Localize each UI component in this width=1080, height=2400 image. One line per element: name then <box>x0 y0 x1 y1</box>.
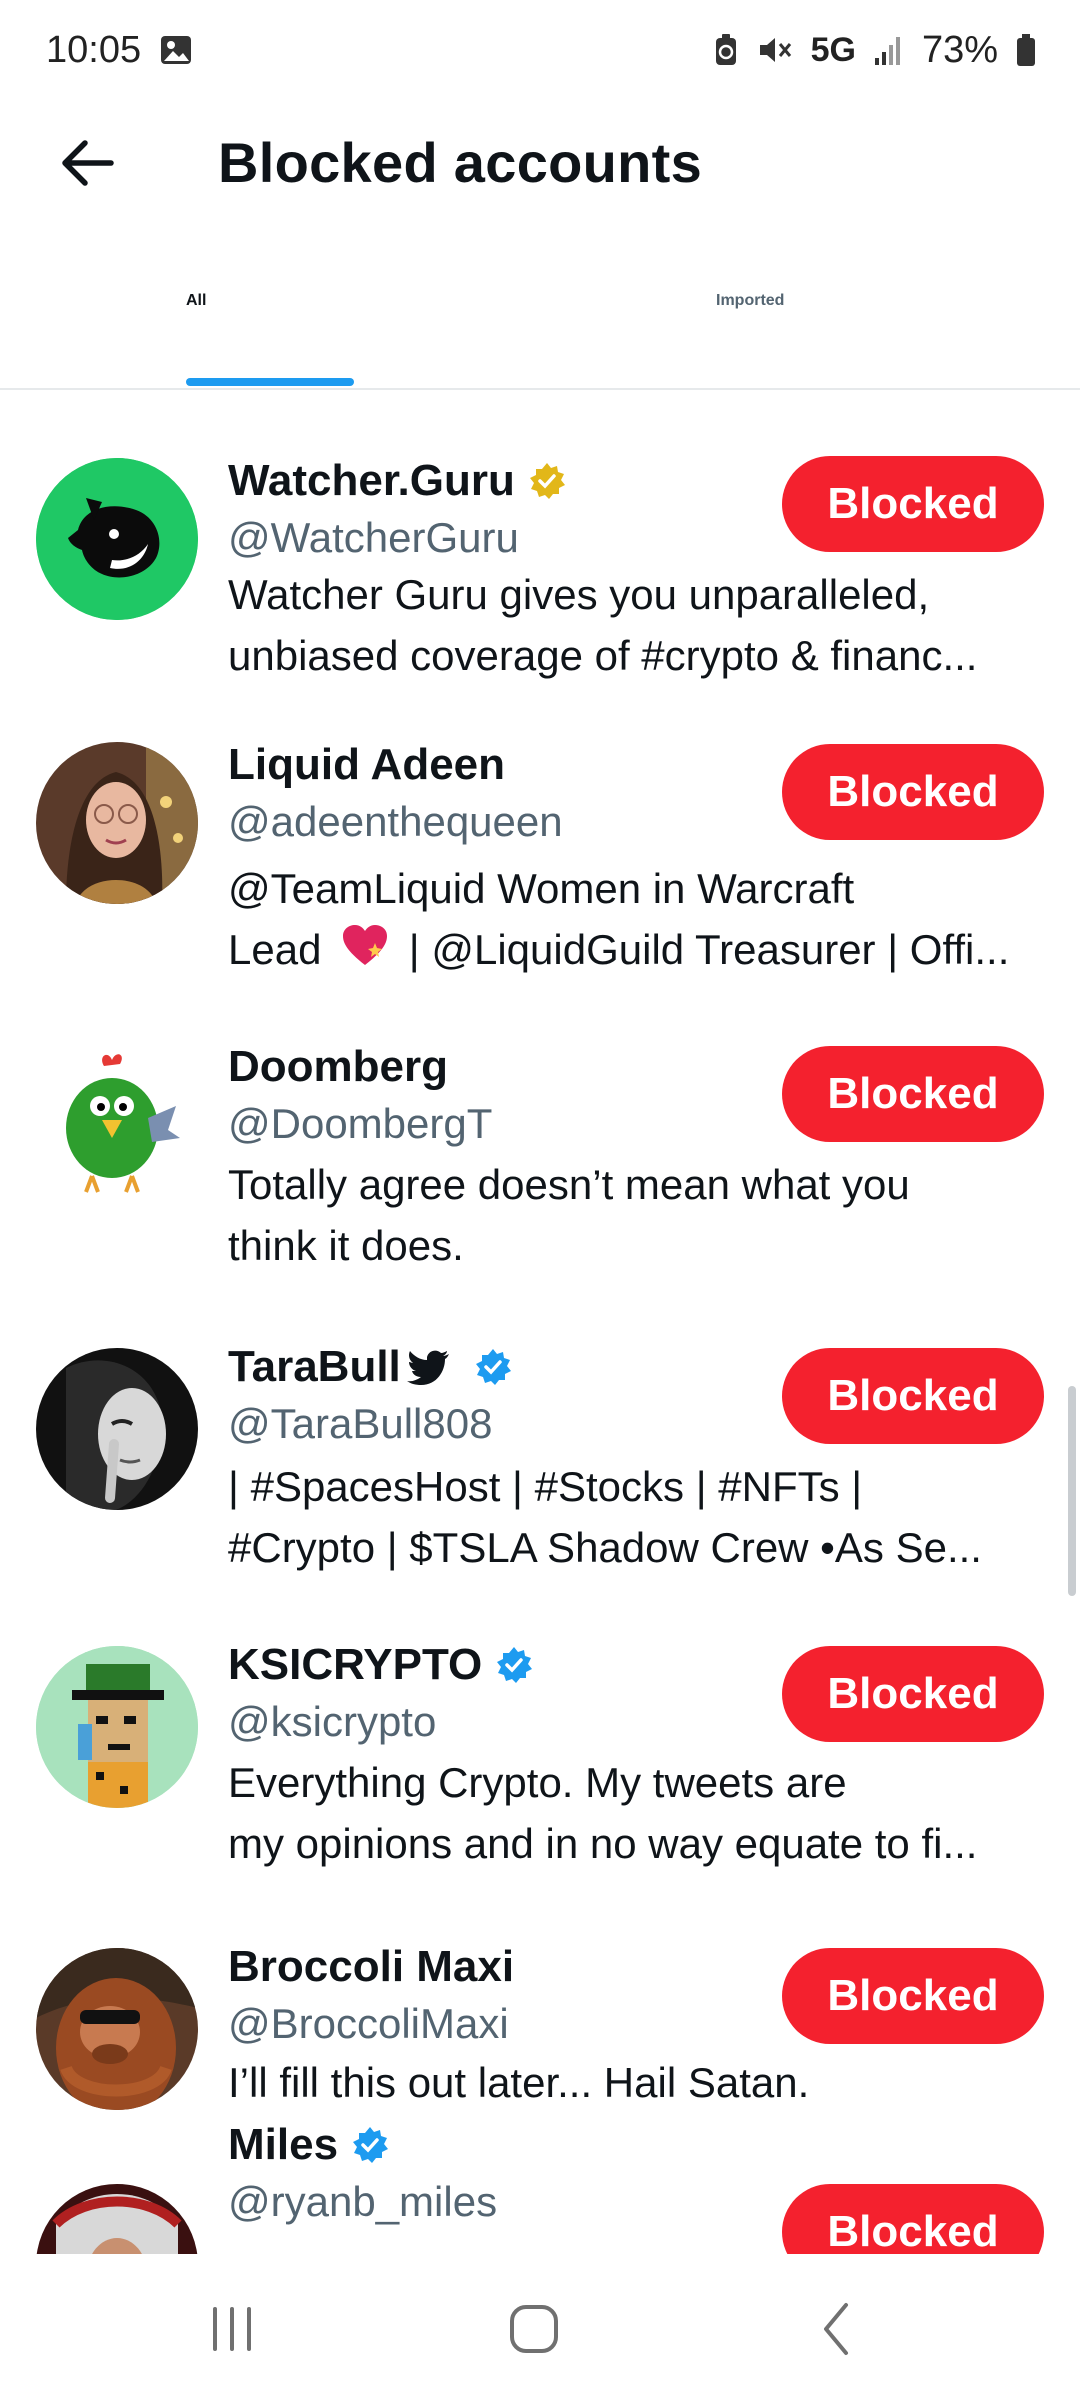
blocked-button[interactable]: Blocked <box>782 2184 1044 2254</box>
account-name-line: Watcher.Guru <box>228 456 567 506</box>
account-handle: @ksicrypto <box>228 1698 437 1745</box>
account-name: TaraBull <box>228 1342 401 1391</box>
avatar[interactable] <box>36 1046 198 1208</box>
scrollbar[interactable] <box>1068 1386 1076 1596</box>
blocked-button[interactable]: Blocked <box>782 1046 1044 1142</box>
avatar[interactable] <box>36 2184 198 2254</box>
battery-saver-icon <box>713 33 739 67</box>
account-bio: Everything Crypto. My tweets are my opin… <box>228 1752 1038 1874</box>
bio-line: Lead | @LiquidGuild Treasurer | Offi... <box>228 919 1038 983</box>
tab-bar: All Imported <box>0 250 1080 390</box>
blocked-accounts-list: Watcher.Guru @WatcherGuru Watcher Guru g… <box>0 392 1080 2254</box>
tab-all-label: All <box>186 292 207 309</box>
bio-line: @TeamLiquid Women in Warcraft <box>228 865 855 912</box>
tab-all[interactable]: All <box>0 250 540 390</box>
system-navigation-bar <box>0 2254 1080 2400</box>
app-header: Blocked accounts <box>0 100 1080 230</box>
home-button[interactable] <box>494 2294 574 2364</box>
account-bio: @TeamLiquid Women in Warcraft Lead | @Li… <box>228 858 1038 983</box>
bio-line: #Crypto | $TSLA Shadow Crew •As Se... <box>228 1524 982 1571</box>
account-handle: @TaraBull808 <box>228 1400 493 1447</box>
account-name: Miles <box>228 2120 339 2169</box>
account-handle: @WatcherGuru <box>228 514 519 561</box>
tab-imported-label: Imported <box>716 292 785 309</box>
status-right: 5G 73% <box>713 29 1036 72</box>
account-name: KSICRYPTO <box>228 1640 483 1689</box>
active-tab-indicator <box>186 378 354 386</box>
account-handle: @DoombergT <box>228 1100 493 1147</box>
account-name: Broccoli Maxi <box>228 1942 515 1991</box>
account-name: Liquid Adeen <box>228 740 506 789</box>
system-back-button[interactable] <box>796 2294 876 2364</box>
signal-icon <box>874 34 904 66</box>
home-icon <box>510 2305 558 2353</box>
blue-verified-icon <box>473 1347 513 1387</box>
list-item[interactable]: TaraBull @TaraBull808 | #SpacesHost | #S… <box>0 1286 1080 1586</box>
recent-apps-icon <box>213 2307 251 2351</box>
bio-line: Everything Crypto. My tweets are <box>228 1759 847 1806</box>
account-bio: | #SpacesHost | #Stocks | #NFTs | #Crypt… <box>228 1456 1038 1578</box>
list-item[interactable]: Miles @ryanb_miles Blocked <box>0 2120 1080 2254</box>
account-handle: @ryanb_miles <box>228 2178 498 2225</box>
avatar[interactable] <box>36 1646 198 1808</box>
avatar[interactable] <box>36 1948 198 2110</box>
heart-emoji-icon <box>341 922 389 983</box>
network-type: 5G <box>810 30 856 69</box>
back-arrow-icon <box>62 140 114 186</box>
list-item[interactable]: KSICRYPTO @ksicrypto Everything Crypto. … <box>0 1586 1080 1886</box>
account-name: Watcher.Guru <box>228 456 515 505</box>
account-name-line: TaraBull <box>228 1342 513 1392</box>
account-bio: Totally agree doesn’t mean what you thin… <box>228 1154 1038 1276</box>
recent-apps-button[interactable] <box>192 2294 272 2364</box>
status-bar: 10:05 5G 73% <box>0 0 1080 100</box>
avatar[interactable] <box>36 742 198 904</box>
list-item[interactable]: Broccoli Maxi @BroccoliMaxi I’ll fill th… <box>0 1886 1080 2120</box>
account-bio: I’ll fill this out later... Hail Satan. <box>228 2052 1038 2113</box>
bird-icon <box>406 1349 451 1385</box>
account-name-line: Broccoli Maxi <box>228 1942 514 1992</box>
account-name-line: KSICRYPTO <box>228 1640 534 1690</box>
battery-percent: 73% <box>921 28 998 71</box>
gallery-notification-icon <box>159 33 193 67</box>
status-left: 10:05 <box>46 29 193 72</box>
list-item[interactable]: Watcher.Guru @WatcherGuru Watcher Guru g… <box>0 392 1080 686</box>
bio-text: | @LiquidGuild Treasurer | Offi... <box>408 926 1010 973</box>
list-item[interactable]: Doomberg @DoombergT Totally agree doesn’… <box>0 986 1080 1286</box>
gold-verified-icon <box>527 461 567 501</box>
bio-line: think it does. <box>228 1222 464 1269</box>
blocked-button[interactable]: Blocked <box>782 1646 1044 1742</box>
account-name-line: Liquid Adeen <box>228 740 505 790</box>
account-name-line: Doomberg <box>228 1042 448 1092</box>
back-button[interactable] <box>52 128 122 198</box>
blue-verified-icon <box>494 1645 534 1685</box>
blocked-button[interactable]: Blocked <box>782 744 1044 840</box>
account-bio: Watcher Guru gives you unparalleled, unb… <box>228 564 1038 686</box>
bio-line: Totally agree doesn’t mean what you <box>228 1161 910 1208</box>
status-time: 10:05 <box>46 28 142 71</box>
page-title: Blocked accounts <box>218 131 703 194</box>
account-handle: @BroccoliMaxi <box>228 2000 509 2047</box>
account-handle: @adeenthequeen <box>228 798 563 845</box>
bio-line: my opinions and in no way equate to fi..… <box>228 1820 978 1867</box>
bio-line: unbiased coverage of #crypto & financ... <box>228 632 978 679</box>
bio-line: I’ll fill this out later... Hail Satan. <box>228 2059 810 2106</box>
bio-text: Lead <box>228 926 322 973</box>
account-name-line: Miles <box>228 2120 390 2170</box>
list-item[interactable]: Liquid Adeen @adeenthequeen @TeamLiquid … <box>0 686 1080 986</box>
account-name: Doomberg <box>228 1042 448 1091</box>
blue-verified-icon <box>350 2125 390 2165</box>
bio-line: Watcher Guru gives you unparalleled, <box>228 571 930 618</box>
avatar[interactable] <box>36 458 198 620</box>
blocked-button[interactable]: Blocked <box>782 1948 1044 2044</box>
blocked-button[interactable]: Blocked <box>782 1348 1044 1444</box>
avatar[interactable] <box>36 1348 198 1510</box>
battery-icon <box>1016 33 1036 67</box>
blocked-button[interactable]: Blocked <box>782 456 1044 552</box>
chevron-left-icon <box>824 2303 848 2355</box>
mute-icon <box>757 33 793 67</box>
tab-imported[interactable]: Imported <box>540 250 1080 390</box>
bio-line: | #SpacesHost | #Stocks | #NFTs | <box>228 1463 863 1510</box>
